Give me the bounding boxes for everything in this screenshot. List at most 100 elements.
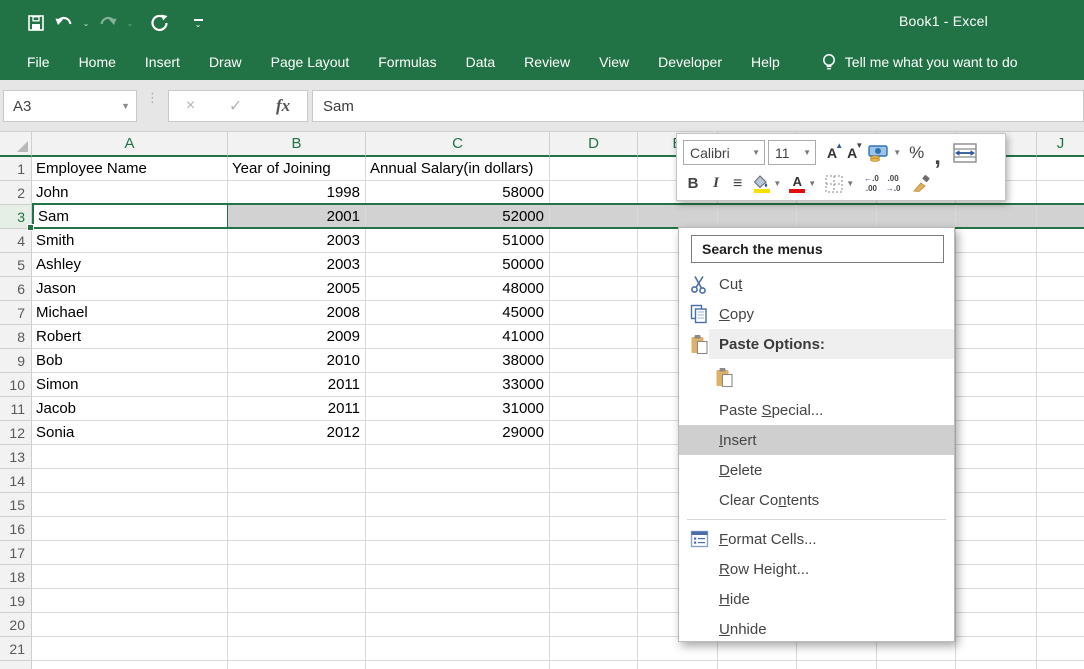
cell-I21[interactable] — [956, 637, 1037, 661]
cell-A21[interactable] — [32, 637, 228, 661]
row-header-15[interactable]: 15 — [0, 493, 32, 517]
accounting-dropdown-icon[interactable]: ▼ — [893, 148, 901, 157]
enter-icon[interactable]: ✓ — [229, 96, 242, 116]
font-color-icon[interactable]: A — [789, 175, 805, 193]
ribbon-tab-help[interactable]: Help — [751, 54, 780, 70]
cell-I11[interactable] — [956, 397, 1037, 421]
cell-D8[interactable] — [550, 325, 638, 349]
ribbon-tab-draw[interactable]: Draw — [209, 54, 242, 70]
cell-I4[interactable] — [956, 229, 1037, 253]
cell-C11[interactable]: 31000 — [366, 397, 550, 421]
cell-I13[interactable] — [956, 445, 1037, 469]
cell-J16[interactable] — [1037, 517, 1084, 541]
cell-J7[interactable] — [1037, 301, 1084, 325]
cell-A7[interactable]: Michael — [32, 301, 228, 325]
ribbon-tab-view[interactable]: View — [599, 54, 629, 70]
cell-J21[interactable] — [1037, 637, 1084, 661]
cell-I5[interactable] — [956, 253, 1037, 277]
cell-A3[interactable]: Sam — [32, 205, 228, 229]
column-header-B[interactable]: B — [228, 132, 366, 157]
cell-D1[interactable] — [550, 157, 638, 181]
menu-item-clear-contents[interactable]: Clear Contents — [679, 485, 954, 515]
cell-J11[interactable] — [1037, 397, 1084, 421]
undo-dropdown-icon[interactable]: ⌄ — [80, 19, 92, 28]
cell-I6[interactable] — [956, 277, 1037, 301]
cell-B2[interactable]: 1998 — [228, 181, 366, 205]
cell-C4[interactable]: 51000 — [366, 229, 550, 253]
cell-D16[interactable] — [550, 517, 638, 541]
ribbon-tab-data[interactable]: Data — [466, 54, 496, 70]
cell-D19[interactable] — [550, 589, 638, 613]
name-box-dropdown-icon[interactable]: ▼ — [121, 101, 130, 111]
cell-A12[interactable]: Sonia — [32, 421, 228, 445]
cell-B22[interactable] — [228, 661, 366, 669]
cell-C10[interactable]: 33000 — [366, 373, 550, 397]
menu-item-insert[interactable]: Insert — [679, 425, 954, 455]
cell-C9[interactable]: 38000 — [366, 349, 550, 373]
merge-center-icon[interactable] — [953, 143, 977, 163]
borders-icon[interactable] — [825, 175, 843, 193]
row-header-10[interactable]: 10 — [0, 373, 32, 397]
comma-style-button[interactable]: , — [934, 145, 941, 161]
cell-I3[interactable] — [956, 205, 1037, 229]
cell-A9[interactable]: Bob — [32, 349, 228, 373]
select-all-corner[interactable] — [0, 132, 32, 157]
cell-C15[interactable] — [366, 493, 550, 517]
cell-D3[interactable] — [550, 205, 638, 229]
cell-A19[interactable] — [32, 589, 228, 613]
cell-H22[interactable] — [877, 661, 956, 669]
row-header-9[interactable]: 9 — [0, 349, 32, 373]
insert-function-icon[interactable]: fx — [276, 96, 290, 116]
menu-search-box[interactable]: Search the menus — [691, 235, 944, 263]
cell-J1[interactable] — [1037, 157, 1084, 181]
row-header-22[interactable] — [0, 661, 32, 669]
cell-I18[interactable] — [956, 565, 1037, 589]
cell-I14[interactable] — [956, 469, 1037, 493]
ribbon-tab-home[interactable]: Home — [79, 54, 116, 70]
cell-B8[interactable]: 2009 — [228, 325, 366, 349]
cell-B17[interactable] — [228, 541, 366, 565]
cell-C17[interactable] — [366, 541, 550, 565]
cell-C5[interactable]: 50000 — [366, 253, 550, 277]
row-header-13[interactable]: 13 — [0, 445, 32, 469]
row-header-21[interactable]: 21 — [0, 637, 32, 661]
column-header-A[interactable]: A — [32, 132, 228, 157]
menu-item-delete[interactable]: Delete — [679, 455, 954, 485]
fill-handle[interactable] — [27, 224, 34, 231]
center-align-button[interactable]: ≡ — [733, 175, 742, 193]
row-header-12[interactable]: 12 — [0, 421, 32, 445]
cell-A6[interactable]: Jason — [32, 277, 228, 301]
cell-A4[interactable]: Smith — [32, 229, 228, 253]
row-header-19[interactable]: 19 — [0, 589, 32, 613]
percent-style-button[interactable]: % — [909, 143, 924, 163]
cell-D9[interactable] — [550, 349, 638, 373]
cell-J5[interactable] — [1037, 253, 1084, 277]
cell-F22[interactable] — [718, 661, 797, 669]
cell-B1[interactable]: Year of Joining — [228, 157, 366, 181]
cell-H3[interactable] — [877, 205, 956, 229]
cell-B10[interactable]: 2011 — [228, 373, 366, 397]
formula-bar-grip[interactable]: ⋮ — [146, 94, 159, 102]
cell-B18[interactable] — [228, 565, 366, 589]
cell-B13[interactable] — [228, 445, 366, 469]
cell-C18[interactable] — [366, 565, 550, 589]
cell-J20[interactable] — [1037, 613, 1084, 637]
cell-D4[interactable] — [550, 229, 638, 253]
menu-item-hide[interactable]: Hide — [679, 584, 954, 614]
cell-A13[interactable] — [32, 445, 228, 469]
cell-I19[interactable] — [956, 589, 1037, 613]
font-size-select[interactable]: 11▼ — [768, 140, 816, 165]
row-header-4[interactable]: 4 — [0, 229, 32, 253]
font-color-dropdown-icon[interactable]: ▼ — [808, 179, 816, 188]
cell-I9[interactable] — [956, 349, 1037, 373]
menu-item-copy[interactable]: Copy — [679, 299, 954, 329]
ribbon-tab-insert[interactable]: Insert — [145, 54, 180, 70]
cell-C12[interactable]: 29000 — [366, 421, 550, 445]
cell-C7[interactable]: 45000 — [366, 301, 550, 325]
cell-J15[interactable] — [1037, 493, 1084, 517]
name-box[interactable]: A3 ▼ — [3, 90, 137, 122]
cell-D22[interactable] — [550, 661, 638, 669]
row-header-6[interactable]: 6 — [0, 277, 32, 301]
undo-icon[interactable] — [52, 10, 76, 36]
cell-D10[interactable] — [550, 373, 638, 397]
